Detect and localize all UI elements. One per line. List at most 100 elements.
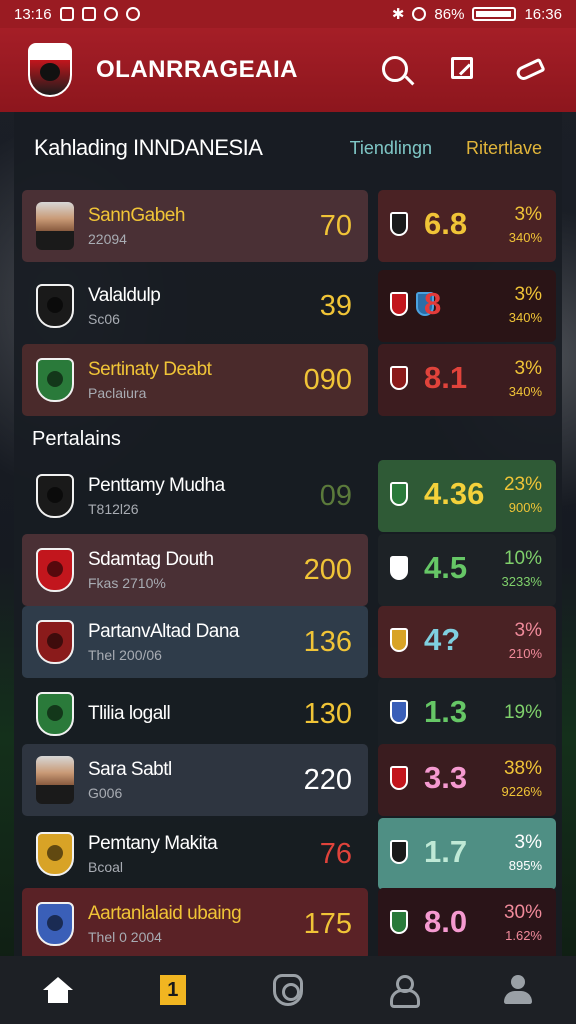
section-label: Pertalains xyxy=(32,428,121,450)
mini-crest-icon xyxy=(390,840,408,864)
row-names: Valaldulp Sc06 xyxy=(88,285,320,327)
change-percent: 19% xyxy=(503,702,542,723)
row-player-cell[interactable]: Valaldulp Sc06 39 xyxy=(22,270,368,342)
search-button[interactable] xyxy=(378,53,412,87)
club-crest-icon xyxy=(36,692,74,736)
change-percent: 3% xyxy=(514,204,542,225)
player-name: Pemtany Makita xyxy=(88,833,218,854)
mini-crest-icon xyxy=(390,556,408,580)
rating-value: 8.0 xyxy=(424,904,468,939)
edit-button[interactable] xyxy=(446,53,480,87)
row-stats-cell[interactable]: 6.8 3% 340% xyxy=(378,190,556,262)
whistle-icon xyxy=(514,57,546,83)
row-names: Sertinaty Deabt Paclaiura xyxy=(88,359,304,401)
standings-row[interactable]: SannGabeh 22094 70 6.8 3% 340% xyxy=(22,190,556,262)
change-percent-secondary: 340% xyxy=(508,310,542,325)
row-player-cell[interactable]: Tlilia logall 130 xyxy=(22,678,368,750)
player-subtitle: Thel 200/06 xyxy=(88,647,162,663)
player-score: 70 xyxy=(319,209,352,242)
row-stats-cell[interactable]: 8 3% 340% xyxy=(378,270,556,342)
nav-shield[interactable] xyxy=(258,965,318,1015)
app-title: OLANRRAGEAIA xyxy=(96,56,298,83)
row-player-cell[interactable]: Sdamtag Douth Fkas 2710% 200 xyxy=(22,534,368,606)
change-percent-secondary: 900% xyxy=(508,500,542,515)
standings-row[interactable]: PartanvAltad Dana Thel 200/06 136 4? 3% 210% xyxy=(22,606,556,678)
battery-percent: 86% xyxy=(434,5,465,23)
column-trending[interactable]: Tiendlingn xyxy=(350,138,432,159)
bluetooth-icon: ✱ xyxy=(391,6,405,23)
row-names: Penttamy Mudha T812l26 xyxy=(88,475,320,517)
row-names: Sdamtag Douth Fkas 2710% xyxy=(88,549,304,591)
rating-value: 8.1 xyxy=(424,360,468,395)
rating-value: 8 xyxy=(424,286,442,321)
player-name: Sara Sabtl xyxy=(88,759,172,780)
standings-row[interactable]: Valaldulp Sc06 39 8 3% 340% xyxy=(22,270,556,342)
column-relative[interactable]: Ritertlave xyxy=(466,138,542,159)
row-stats-cell[interactable]: 1.7 3% 895% xyxy=(378,818,556,890)
status-left: 13:16 xyxy=(14,6,140,23)
player-score: 175 xyxy=(303,907,352,940)
row-stats-cell[interactable]: 3.3 38% 9226% xyxy=(378,744,556,816)
change-percent: 3% xyxy=(514,358,542,379)
status-time-left: 13:16 xyxy=(14,5,52,23)
mini-crest-icon xyxy=(390,366,408,390)
change-percent: 23% xyxy=(503,474,542,495)
whistle-button[interactable] xyxy=(514,53,548,87)
player-subtitle: Paclaiura xyxy=(88,385,147,401)
user-icon xyxy=(503,975,533,1005)
standings-row[interactable]: Pemtany Makita Bcoal 76 1.7 3% 895% xyxy=(22,818,556,890)
change-percent-secondary: 1.62% xyxy=(505,928,542,943)
standings-row[interactable]: Sertinaty Deabt Paclaiura 090 8.1 3% 340% xyxy=(22,344,556,416)
change-percent: 3% xyxy=(514,620,542,641)
mini-crest-icon xyxy=(390,482,408,506)
row-player-cell[interactable]: Pemtany Makita Bcoal 76 xyxy=(22,818,368,890)
row-player-cell[interactable]: SannGabeh 22094 70 xyxy=(22,190,368,262)
edit-icon xyxy=(451,57,473,79)
change-percent-secondary: 340% xyxy=(508,384,542,399)
player-name: PartanvAltad Dana xyxy=(88,621,239,642)
player-subtitle: G006 xyxy=(88,785,123,801)
row-names: SannGabeh 22094 xyxy=(88,205,320,247)
row-stats-cell[interactable]: 8.1 3% 340% xyxy=(378,344,556,416)
row-player-cell[interactable]: Sertinaty Deabt Paclaiura 090 xyxy=(22,344,368,416)
standings-row[interactable]: Tlilia logall 130 1.3 19% xyxy=(22,678,556,750)
club-crest-icon xyxy=(36,284,74,328)
player-avatar xyxy=(36,202,74,250)
player-score: 39 xyxy=(319,289,352,322)
nav-profile[interactable] xyxy=(488,965,548,1015)
change-percent: 30% xyxy=(503,902,542,923)
sync-icon xyxy=(103,7,118,21)
rating-value: 4.5 xyxy=(424,550,468,585)
row-player-cell[interactable]: Aartanlalaid ubaing Thel 0 2004 175 xyxy=(22,888,368,960)
player-score: 09 xyxy=(319,479,352,512)
row-stats-cell[interactable]: 8.0 30% 1.62% xyxy=(378,888,556,960)
standings-row[interactable]: Penttamy Mudha T812l26 09 4.36 23% 900% xyxy=(22,460,556,532)
change-percent: 3% xyxy=(514,832,542,853)
row-player-cell[interactable]: Sara Sabtl G006 220 xyxy=(22,744,368,816)
row-player-cell[interactable]: PartanvAltad Dana Thel 200/06 136 xyxy=(22,606,368,678)
row-stats-cell[interactable]: 4? 3% 210% xyxy=(378,606,556,678)
app-actions xyxy=(378,53,548,87)
nav-ranking[interactable]: 1 xyxy=(143,965,203,1015)
standings-row[interactable]: Sdamtag Douth Fkas 2710% 200 4.5 10% 3233% xyxy=(22,534,556,606)
row-player-cell[interactable]: Penttamy Mudha T812l26 09 xyxy=(22,460,368,532)
player-score: 090 xyxy=(303,363,352,396)
standings-row[interactable]: Sara Sabtl G006 220 3.3 38% 9226% xyxy=(22,744,556,816)
nav-home[interactable] xyxy=(28,965,88,1015)
shield-icon xyxy=(272,974,303,1006)
player-score: 130 xyxy=(303,697,352,730)
standings-title: Kahlading INNDANESIA xyxy=(34,135,263,160)
nav-community[interactable] xyxy=(373,965,433,1015)
player-subtitle: T812l26 xyxy=(88,501,139,517)
mini-crest-icon xyxy=(390,910,408,934)
row-stats-cell[interactable]: 4.5 10% 3233% xyxy=(378,534,556,606)
people-icon xyxy=(388,975,421,1008)
row-stats-cell[interactable]: 1.3 19% xyxy=(378,678,556,750)
bottom-nav: 1 xyxy=(0,956,576,1024)
settings-icon xyxy=(125,7,140,21)
player-name: Penttamy Mudha xyxy=(88,475,225,496)
player-name: SannGabeh xyxy=(88,205,185,226)
standings-row[interactable]: Aartanlalaid ubaing Thel 0 2004 175 8.0 30% 1… xyxy=(22,888,556,960)
row-names: Pemtany Makita Bcoal xyxy=(88,833,320,875)
row-stats-cell[interactable]: 4.36 23% 900% xyxy=(378,460,556,532)
